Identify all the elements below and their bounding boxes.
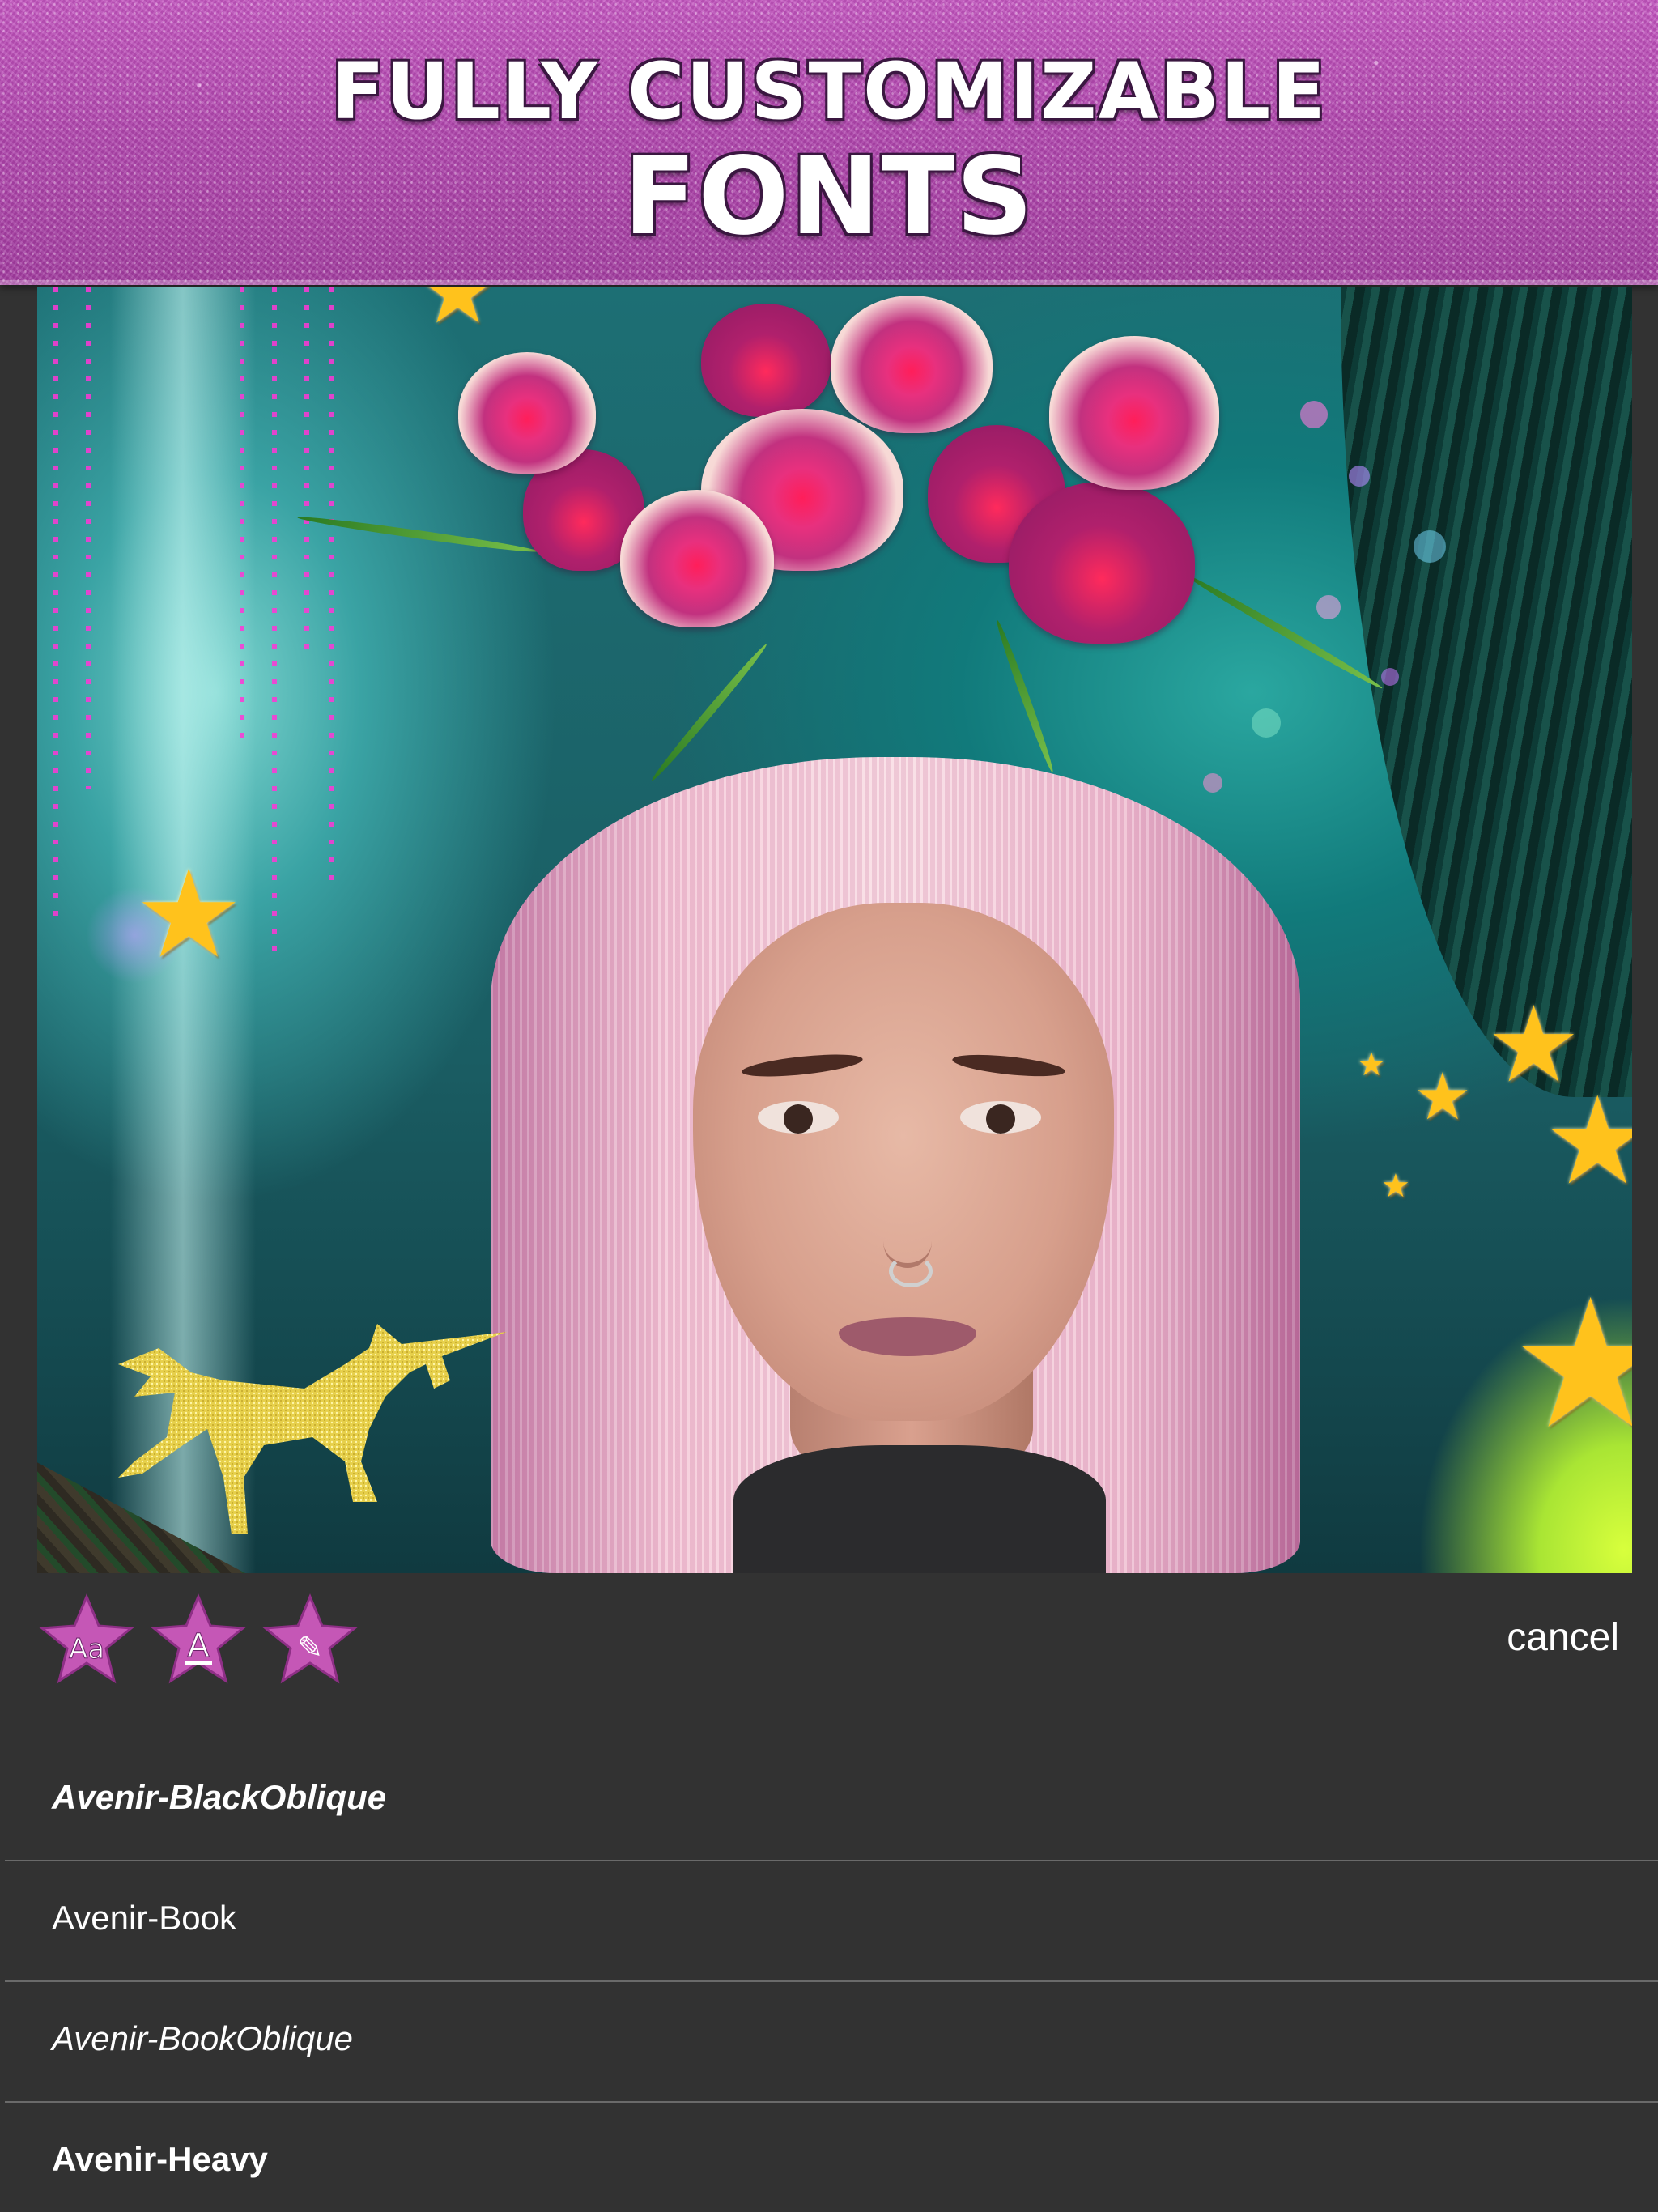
font-list-item[interactable]: Avenir-BookOblique <box>5 1982 1658 2103</box>
font-style-button[interactable]: Aa <box>37 1593 136 1692</box>
font-list: Avenir-BlackOblique Avenir-Book Avenir-B… <box>0 1741 1658 2212</box>
font-aa-star-icon: Aa <box>39 1593 134 1684</box>
text-color-button[interactable]: A <box>149 1593 248 1692</box>
font-name-label: Avenir-BookOblique <box>52 2019 354 2057</box>
font-list-item[interactable]: Avenir-Heavy <box>5 2103 1658 2212</box>
bokeh-dot <box>1414 530 1446 563</box>
banner-subheadline: FONTS <box>623 134 1035 259</box>
unicorn-sticker <box>118 1324 507 1534</box>
editor-toolbar: Aa A ✎ cancel <box>0 1573 1658 1711</box>
star-sticker: ★ <box>418 287 498 343</box>
text-color-star-icon: A <box>151 1593 246 1684</box>
orchid-flower <box>701 304 831 417</box>
sparkle-rain <box>86 287 91 789</box>
left-eye <box>758 1101 839 1134</box>
crown-leaf <box>993 619 1056 774</box>
star-sticker: ★ <box>1543 1071 1632 1212</box>
crown-leaf <box>1184 571 1384 692</box>
tree-trunk <box>1341 287 1632 1097</box>
bokeh-dot <box>1349 466 1370 487</box>
sparkle-rain <box>329 287 334 887</box>
banner-headline: FULLY CUSTOMIZABLE <box>331 46 1327 137</box>
font-list-item[interactable]: Avenir-BlackOblique <box>5 1741 1658 1861</box>
orchid-flower <box>620 490 774 627</box>
crown-leaf <box>648 641 770 784</box>
orchid-flower <box>831 296 993 433</box>
bokeh-dot <box>1381 668 1399 686</box>
bokeh-dot <box>1300 401 1328 428</box>
svg-text:✎: ✎ <box>297 1630 323 1665</box>
sparkle-rain <box>304 287 309 660</box>
bokeh-dot <box>1316 595 1341 619</box>
svg-text:Aa: Aa <box>69 1633 104 1665</box>
orchid-flower <box>1049 336 1219 490</box>
septum-ring <box>889 1255 933 1287</box>
star-sticker: ★ <box>134 844 244 985</box>
cancel-button[interactable]: cancel <box>1507 1615 1619 1661</box>
star-sticker: ★ <box>1414 1059 1472 1134</box>
orchid-flower <box>458 352 596 474</box>
brush-star-icon: ✎ <box>262 1593 358 1684</box>
bokeh-dot <box>1252 708 1281 738</box>
font-name-label: Avenir-BlackOblique <box>52 1778 387 1816</box>
star-sticker: ★ <box>1357 1046 1386 1083</box>
app-screen: FULLY CUSTOMIZABLE FONTS ★ ★ ★ ★ ★ ★ ★ ★… <box>0 0 1658 2212</box>
photo-canvas[interactable]: ★ ★ ★ ★ ★ ★ ★ ★ <box>37 287 1632 1573</box>
promo-banner: FULLY CUSTOMIZABLE FONTS <box>0 0 1658 285</box>
font-list-item[interactable]: Avenir-Book <box>5 1861 1658 1982</box>
svg-text:A: A <box>187 1627 210 1665</box>
sparkle-rain <box>240 287 244 741</box>
brush-button[interactable]: ✎ <box>261 1593 359 1692</box>
sparkle-rain <box>272 287 277 951</box>
star-sticker: ★ <box>1511 1261 1632 1468</box>
orchid-flower <box>1009 482 1195 644</box>
bokeh-dot <box>1203 773 1222 793</box>
shirt <box>733 1445 1106 1573</box>
sparkle-rain <box>53 287 58 919</box>
font-name-label: Avenir-Heavy <box>52 2140 268 2178</box>
star-sticker: ★ <box>1381 1168 1410 1205</box>
font-name-label: Avenir-Book <box>52 1899 237 1937</box>
right-eye <box>960 1101 1041 1134</box>
